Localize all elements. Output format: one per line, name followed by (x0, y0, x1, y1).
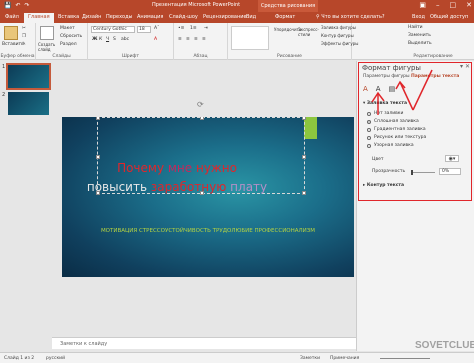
annotation-arrow (395, 80, 406, 90)
annotation-arrow (412, 69, 433, 111)
notes-toggle[interactable]: Заметки (300, 356, 320, 361)
language-indicator[interactable]: русский (46, 356, 65, 361)
slide-counter: Слайд 1 из 2 (4, 356, 35, 361)
zoom-slider[interactable] (380, 358, 430, 359)
watermark: SOVETCLUB (415, 340, 474, 351)
status-bar: Слайд 1 из 2 русский Заметки Примечания (0, 352, 474, 363)
annotation-arrows (371, 69, 433, 115)
annotation-arrow (399, 81, 414, 111)
comments-toggle[interactable]: Примечания (330, 356, 359, 361)
